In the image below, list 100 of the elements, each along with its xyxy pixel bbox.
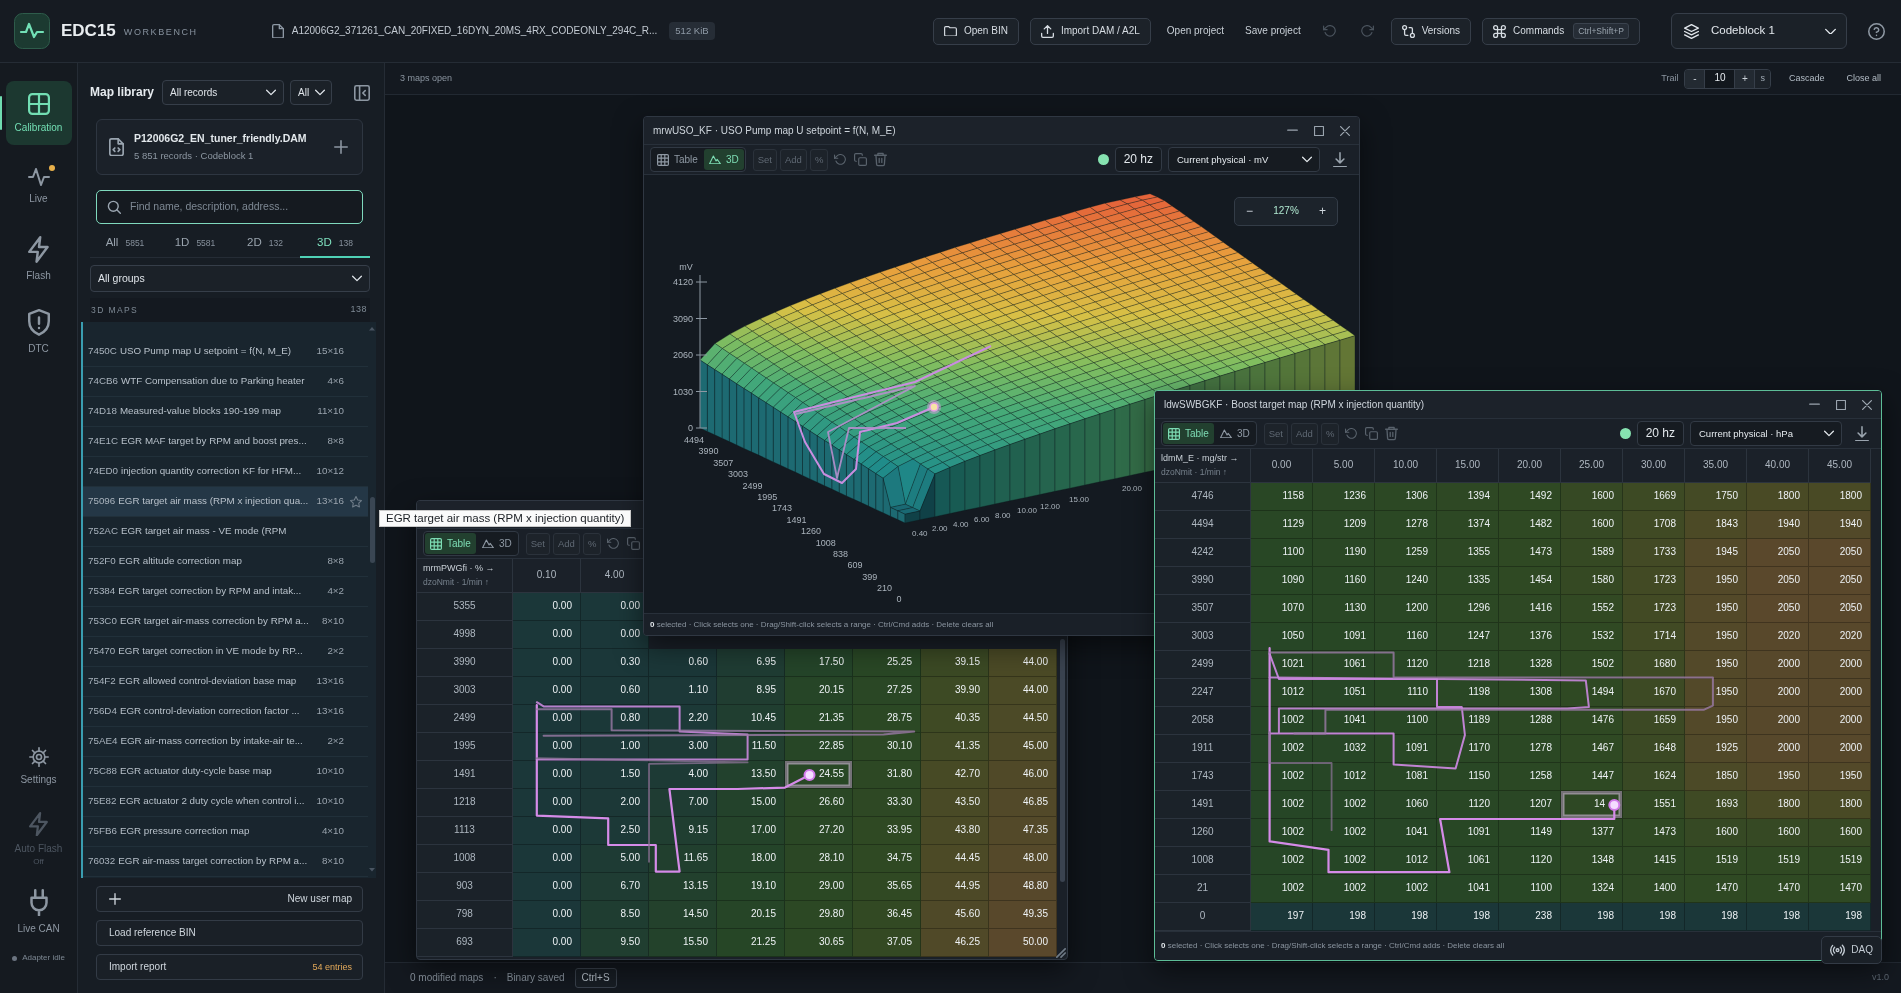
map-list-item[interactable]: 75C88 EGR actuator duty-cycle base map 10×10 bbox=[83, 757, 368, 787]
map-list-item[interactable]: 74E1C EGR MAF target by RPM and boost pres... 8×8 bbox=[83, 427, 368, 457]
scrollbar-thumb[interactable] bbox=[370, 497, 375, 563]
undo-button[interactable] bbox=[1344, 427, 1360, 440]
table-cell: 198 bbox=[1809, 903, 1871, 931]
app-tagline: WORKBENCH bbox=[123, 26, 198, 39]
view-tab[interactable]: 3D bbox=[476, 533, 517, 554]
trail-value-field[interactable]: 10 bbox=[1705, 69, 1736, 88]
open-bin-button[interactable]: Open BIN bbox=[932, 17, 1019, 45]
codeblock-select[interactable]: Codeblock 1 bbox=[1671, 13, 1847, 49]
table-cell: 6.95 bbox=[717, 649, 785, 677]
map-list-item[interactable]: 7450C USO Pump map U setpoint = f(N, M_E) 15×16 bbox=[83, 337, 368, 367]
view-tab[interactable]: Table bbox=[1163, 423, 1214, 444]
map-list-item[interactable]: 76032 EGR air-mass target correction by RPM a... 8×10 bbox=[83, 847, 368, 877]
map-list-item[interactable]: 756D4 EGR control-deviation correction factor ... 13×16 bbox=[83, 697, 368, 727]
nav-item[interactable]: Live CAN bbox=[5, 880, 72, 944]
rate-field[interactable]: 20 hz bbox=[1114, 147, 1162, 172]
row-header: 903 bbox=[417, 873, 513, 901]
maximize-button[interactable] bbox=[1836, 399, 1846, 410]
copy-button[interactable] bbox=[853, 153, 869, 166]
map-list-item[interactable]: 75470 EGR target correction in VE mode by RP... 2×2 bbox=[83, 637, 368, 667]
map-list-item[interactable]: 753C0 EGR target air-mass correction by RPM a... 8×10 bbox=[83, 607, 368, 637]
collapse-panel-button[interactable] bbox=[354, 84, 370, 101]
filter-tab[interactable]: 3D 138 bbox=[300, 230, 370, 258]
table-cell: 1600 bbox=[1561, 511, 1623, 539]
open-project-link[interactable]: Open project bbox=[1161, 21, 1230, 41]
row-header: 2499 bbox=[1155, 651, 1251, 679]
view-tab[interactable]: Table bbox=[652, 149, 703, 170]
table-cell: 1355 bbox=[1437, 539, 1499, 567]
cascade-button[interactable]: Cascade bbox=[1784, 71, 1829, 86]
map-list-item[interactable]: 75AE4 EGR air-mass correction by intake-air te... 2×2 bbox=[83, 727, 368, 757]
trail-decrease-button[interactable]: - bbox=[1685, 69, 1706, 88]
shortcut-hint: Ctrl+S bbox=[574, 967, 617, 989]
x-axis-label: ldmM_E · mg/str → bbox=[1161, 453, 1240, 465]
table-cell: 25.25 bbox=[853, 649, 921, 677]
map-list-item[interactable]: 75096 EGR target air mass (RPM x injection qua... 13×16 bbox=[83, 487, 368, 517]
new-map-button[interactable]: New user map bbox=[96, 886, 363, 912]
table-cell: 1925 bbox=[1685, 735, 1747, 763]
minimize-button[interactable] bbox=[1287, 129, 1298, 132]
commands-button[interactable]: Commands Ctrl+Shift+P bbox=[1482, 17, 1640, 45]
nav-item[interactable]: Calibration bbox=[5, 81, 72, 145]
table-cell: 35.65 bbox=[853, 873, 921, 901]
map-list-item[interactable]: 74CB6 WTF Compensation due to Parking heater 4×6 bbox=[83, 367, 368, 397]
daq-button[interactable]: DAQ bbox=[1821, 936, 1882, 964]
close-button[interactable] bbox=[1862, 399, 1872, 410]
map-list-item[interactable]: 74D18 Measured-value blocks 190-199 map 11×10 bbox=[83, 397, 368, 427]
x-axis-label: mrmPWGfi · % → bbox=[423, 563, 496, 575]
maximize-button[interactable] bbox=[1314, 125, 1324, 136]
nav-item[interactable]: DTC bbox=[5, 300, 72, 364]
undo-button[interactable] bbox=[606, 537, 622, 550]
filter-tab[interactable]: All 5851 bbox=[90, 230, 160, 258]
map-list-item[interactable]: 75FB6 EGR pressure correction map 4×10 bbox=[83, 817, 368, 847]
table-cell: 1950 bbox=[1685, 595, 1747, 623]
table-cell: 1081 bbox=[1375, 763, 1437, 791]
table-cell: 47.35 bbox=[989, 817, 1057, 845]
table-cell: 17.50 bbox=[785, 649, 853, 677]
nav-item[interactable]: Settings bbox=[5, 734, 72, 798]
nav-item[interactable]: Live bbox=[5, 154, 72, 218]
load-reference-button[interactable]: Load reference BIN bbox=[96, 920, 363, 946]
value-source-select[interactable]: Current physical · hPa bbox=[1690, 421, 1842, 446]
add-source-button[interactable] bbox=[334, 140, 348, 154]
delete-button[interactable] bbox=[873, 152, 889, 167]
scope-filter-select[interactable]: All bbox=[290, 80, 333, 105]
search-input[interactable]: Find name, description, address... bbox=[130, 200, 352, 214]
import-button[interactable]: Import DAM / A2L bbox=[1029, 17, 1151, 45]
zoom-out-button[interactable]: − bbox=[1243, 204, 1256, 219]
value-source-select[interactable]: Current physical · mV bbox=[1168, 147, 1320, 172]
table-cell: 1190 bbox=[1313, 539, 1375, 567]
close-all-button[interactable]: Close all bbox=[1842, 71, 1885, 86]
record-filter-select[interactable]: All records bbox=[162, 80, 285, 105]
map-list-item[interactable]: 75E82 EGR actuator 2 duty cycle when control i... 10×10 bbox=[83, 787, 368, 817]
view-tab[interactable]: Table bbox=[425, 533, 476, 554]
nav-item[interactable]: Flash bbox=[5, 227, 72, 291]
zoom-in-button[interactable]: + bbox=[1315, 204, 1329, 219]
delete-button[interactable] bbox=[1384, 426, 1400, 441]
help-button[interactable] bbox=[1868, 22, 1885, 40]
filter-tab[interactable]: 2D 132 bbox=[230, 230, 300, 258]
group-filter-select[interactable]: All groups bbox=[90, 265, 370, 292]
map-list-item[interactable]: 754F2 EGR allowed control-deviation base map 13×16 bbox=[83, 667, 368, 697]
map-list-item[interactable]: 75384 EGR target correction by RPM and intak... 4×2 bbox=[83, 577, 368, 607]
table-cell: 1945 bbox=[1685, 539, 1747, 567]
table-cell: 2000 bbox=[1809, 651, 1871, 679]
minimize-button[interactable] bbox=[1809, 403, 1820, 406]
axis-tick-label: 399 bbox=[862, 571, 878, 582]
trail-increase-button[interactable]: + bbox=[1735, 69, 1756, 88]
import-report-button[interactable]: Import report 54 entries bbox=[96, 954, 363, 980]
close-button[interactable] bbox=[1340, 125, 1350, 136]
undo-button[interactable] bbox=[833, 153, 849, 166]
view-tab[interactable]: 3D bbox=[1214, 423, 1255, 444]
copy-button[interactable] bbox=[626, 537, 642, 550]
filter-tab[interactable]: 1D 5581 bbox=[160, 230, 230, 258]
copy-button[interactable] bbox=[1364, 427, 1380, 440]
view-tab[interactable]: 3D bbox=[703, 149, 744, 170]
map-list-item[interactable]: 752AC EGR target air mass - VE mode (RPM bbox=[83, 517, 368, 547]
search-field[interactable]: Find name, description, address... bbox=[96, 190, 363, 224]
map-list-item[interactable]: 752F0 EGR altitude correction map 8×8 bbox=[83, 547, 368, 577]
scrollbar-thumb[interactable] bbox=[1060, 639, 1065, 882]
versions-button[interactable]: Versions bbox=[1390, 17, 1472, 45]
rate-field[interactable]: 20 hz bbox=[1636, 421, 1684, 446]
save-project-link[interactable]: Save project bbox=[1240, 21, 1306, 41]
